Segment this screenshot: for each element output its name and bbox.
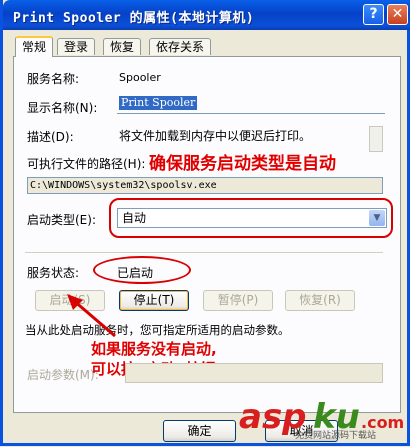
title-bar[interactable]: Print Spooler 的属性(本地计算机) ? ✕ [3, 0, 410, 30]
description-value: 将文件加载到内存中以便迟后打印。 [119, 129, 312, 143]
annotation-arrow-icon [67, 294, 116, 338]
display-name-label: 显示名称(N): [27, 101, 98, 115]
resume-button[interactable]: 恢复(R) [285, 290, 355, 311]
startup-type-select[interactable]: 自动 ▼ [117, 208, 387, 228]
display-name-underline [117, 113, 385, 114]
exe-path-field[interactable]: C:\WINDOWS\system32\spoolsv.exe [27, 177, 383, 194]
help-icon: ? [369, 6, 378, 22]
divider [25, 252, 383, 254]
params-label: 启动参数(M): [27, 368, 99, 382]
startup-type-value: 自动 [122, 211, 147, 225]
startup-type-annotation: 确保服务启动类型是自动 [149, 154, 336, 174]
help-button[interactable]: ? [363, 4, 384, 25]
exe-path-label: 可执行文件的路径(H): [27, 157, 146, 171]
startup-type-label: 启动类型(E): [27, 213, 96, 227]
tab-general[interactable]: 常规 [15, 36, 54, 57]
properties-dialog: Print Spooler 的属性(本地计算机) ? ✕ 常规 登录 恢复 依存… [0, 0, 410, 446]
watermark-logo: asp ku .com 免费网站源码下载站 [235, 390, 410, 444]
stop-button[interactable]: 停止(T) [119, 290, 189, 311]
tab-dependencies[interactable]: 依存关系 [149, 38, 212, 55]
service-name-label: 服务名称: [27, 72, 80, 86]
close-icon: ✕ [391, 6, 404, 22]
description-scrollbar[interactable] [369, 126, 383, 152]
window-title: Print Spooler 的属性(本地计算机) [13, 11, 255, 26]
tab-logon[interactable]: 登录 [57, 38, 96, 55]
params-input[interactable] [125, 363, 383, 383]
close-button[interactable]: ✕ [387, 4, 408, 25]
watermark-tagline: 免费网站源码下载站 [295, 431, 377, 441]
description-label: 描述(D): [27, 130, 74, 144]
service-status-label: 服务状态: [27, 266, 80, 280]
tab-recovery[interactable]: 恢复 [103, 38, 142, 55]
display-name-field[interactable]: Print Spooler [119, 96, 198, 110]
service-status-value: 已启动 [117, 266, 154, 280]
ok-button[interactable]: 确定 [163, 420, 236, 442]
service-name-value: Spooler [119, 71, 161, 84]
chevron-down-icon[interactable]: ▼ [369, 210, 385, 226]
start-annotation-line1: 如果服务没有启动, [91, 340, 217, 358]
pause-button[interactable]: 暂停(P) [203, 290, 273, 311]
